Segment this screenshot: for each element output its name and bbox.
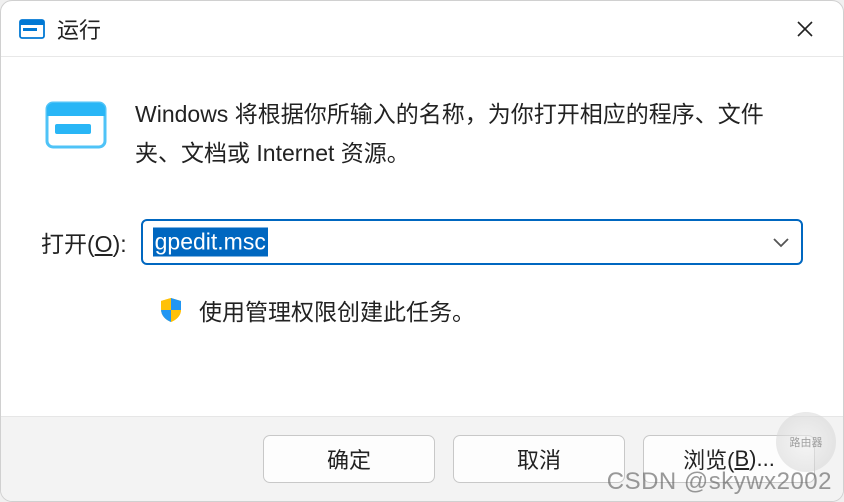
titlebar: 运行 [1,1,843,57]
open-label: 打开(O): [41,225,127,259]
description-row: Windows 将根据你所输入的名称，为你打开相应的程序、文件夹、文档或 Int… [41,95,803,173]
admin-notice-text: 使用管理权限创建此任务。 [199,293,475,327]
open-input[interactable] [143,223,761,262]
dialog-body: Windows 将根据你所输入的名称，为你打开相应的程序、文件夹、文档或 Int… [1,57,843,416]
browse-button[interactable]: 浏览(B)... [643,435,815,483]
button-bar: 确定 取消 浏览(B)... [1,416,843,501]
cancel-button[interactable]: 取消 [453,435,625,483]
open-combobox[interactable]: gpedit.msc [141,219,803,265]
close-button[interactable] [785,9,825,49]
ok-button[interactable]: 确定 [263,435,435,483]
shield-icon [157,296,185,324]
run-title-icon [19,18,45,40]
chevron-down-icon[interactable] [761,236,801,248]
input-row: 打开(O): gpedit.msc [41,219,803,265]
dialog-title: 运行 [57,13,785,45]
run-dialog: 运行 Windows 将根据你所输入的名称，为你打开相应的程序、文件夹、文档或 … [0,0,844,502]
run-icon [41,97,111,157]
admin-notice-row: 使用管理权限创建此任务。 [41,293,803,327]
description-text: Windows 将根据你所输入的名称，为你打开相应的程序、文件夹、文档或 Int… [135,95,803,173]
